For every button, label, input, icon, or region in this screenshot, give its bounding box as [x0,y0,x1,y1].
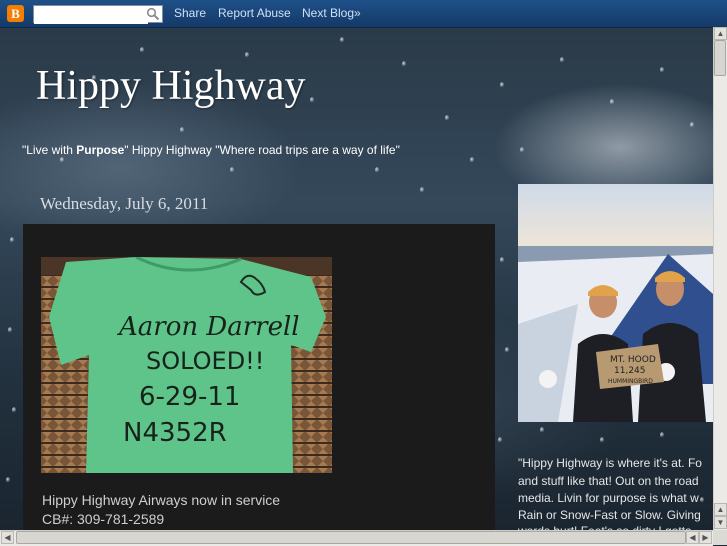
vertical-scrollbar[interactable] [713,27,727,530]
vertical-scroll-thumb[interactable] [714,40,726,76]
sign-line-2: 11,245 [614,366,646,376]
scroll-left-arrow-icon-right[interactable]: ◀ [686,531,699,544]
scroll-left-arrow-icon[interactable]: ◀ [1,531,14,544]
tshirt-text-line-4: N4352R [123,418,227,448]
sidebar-text-line-2: and stuff like that! Out on the road [518,474,699,488]
report-abuse-link[interactable]: Report Abuse [218,6,291,20]
blog-title[interactable]: Hippy Highway [36,62,305,110]
search-input[interactable] [34,8,148,24]
tshirt-text-line-1: Aaron Darrell [117,312,300,342]
post-line-2: CB#: 309-781-2589 [42,511,165,527]
sidebar-image-mountain-climbers[interactable]: MT. HOOD 11,245 HUMMINGBIRD [518,184,713,422]
next-blog-link[interactable]: Next Blog» [302,6,361,20]
sign-line-3: HUMMINGBIRD [608,378,653,385]
search-icon[interactable] [146,7,160,21]
tshirt-photo: Aaron Darrell SOLOED!! 6-29-11 N4352R [41,257,332,473]
blog-post: Aaron Darrell SOLOED!! 6-29-11 N4352R Hi… [23,224,495,530]
post-image-tshirt[interactable]: Aaron Darrell SOLOED!! 6-29-11 N4352R [41,257,332,473]
sidebar-text-line-1: "Hippy Highway is where it's at. Fo [518,456,702,470]
mountain-photo: MT. HOOD 11,245 HUMMINGBIRD [518,184,713,422]
tshirt-text-line-3: 6-29-11 [139,382,240,412]
scroll-down-arrow-icon[interactable]: ▼ [714,516,727,529]
scrollbar-corner [713,530,727,545]
scroll-right-arrow-icon[interactable]: ▶ [699,531,712,544]
share-link[interactable]: Share [174,6,206,20]
sidebar-text-line-3: media. Livin for purpose is what w [518,491,699,505]
blog-search-field[interactable] [33,5,163,24]
post-line-1: Hippy Highway Airways now in service [42,492,281,508]
blogger-navbar: B Share Report Abuse Next Blog» [0,0,727,28]
blogger-logo-icon[interactable]: B [7,5,24,22]
sidebar-text-line-4: Rain or Snow-Fast or Slow. Giving [518,508,701,522]
scroll-up-arrow-icon-bottom[interactable]: ▲ [714,503,727,516]
sign-line-1: MT. HOOD [610,355,656,365]
scroll-up-arrow-icon[interactable]: ▲ [714,27,727,40]
post-date-header: Wednesday, July 6, 2011 [40,194,209,213]
horizontal-scroll-thumb[interactable] [16,531,686,544]
blog-description: "Live with Purpose" Hippy Highway "Where… [22,143,400,157]
tshirt-text-line-2: SOLOED!! [146,347,264,375]
